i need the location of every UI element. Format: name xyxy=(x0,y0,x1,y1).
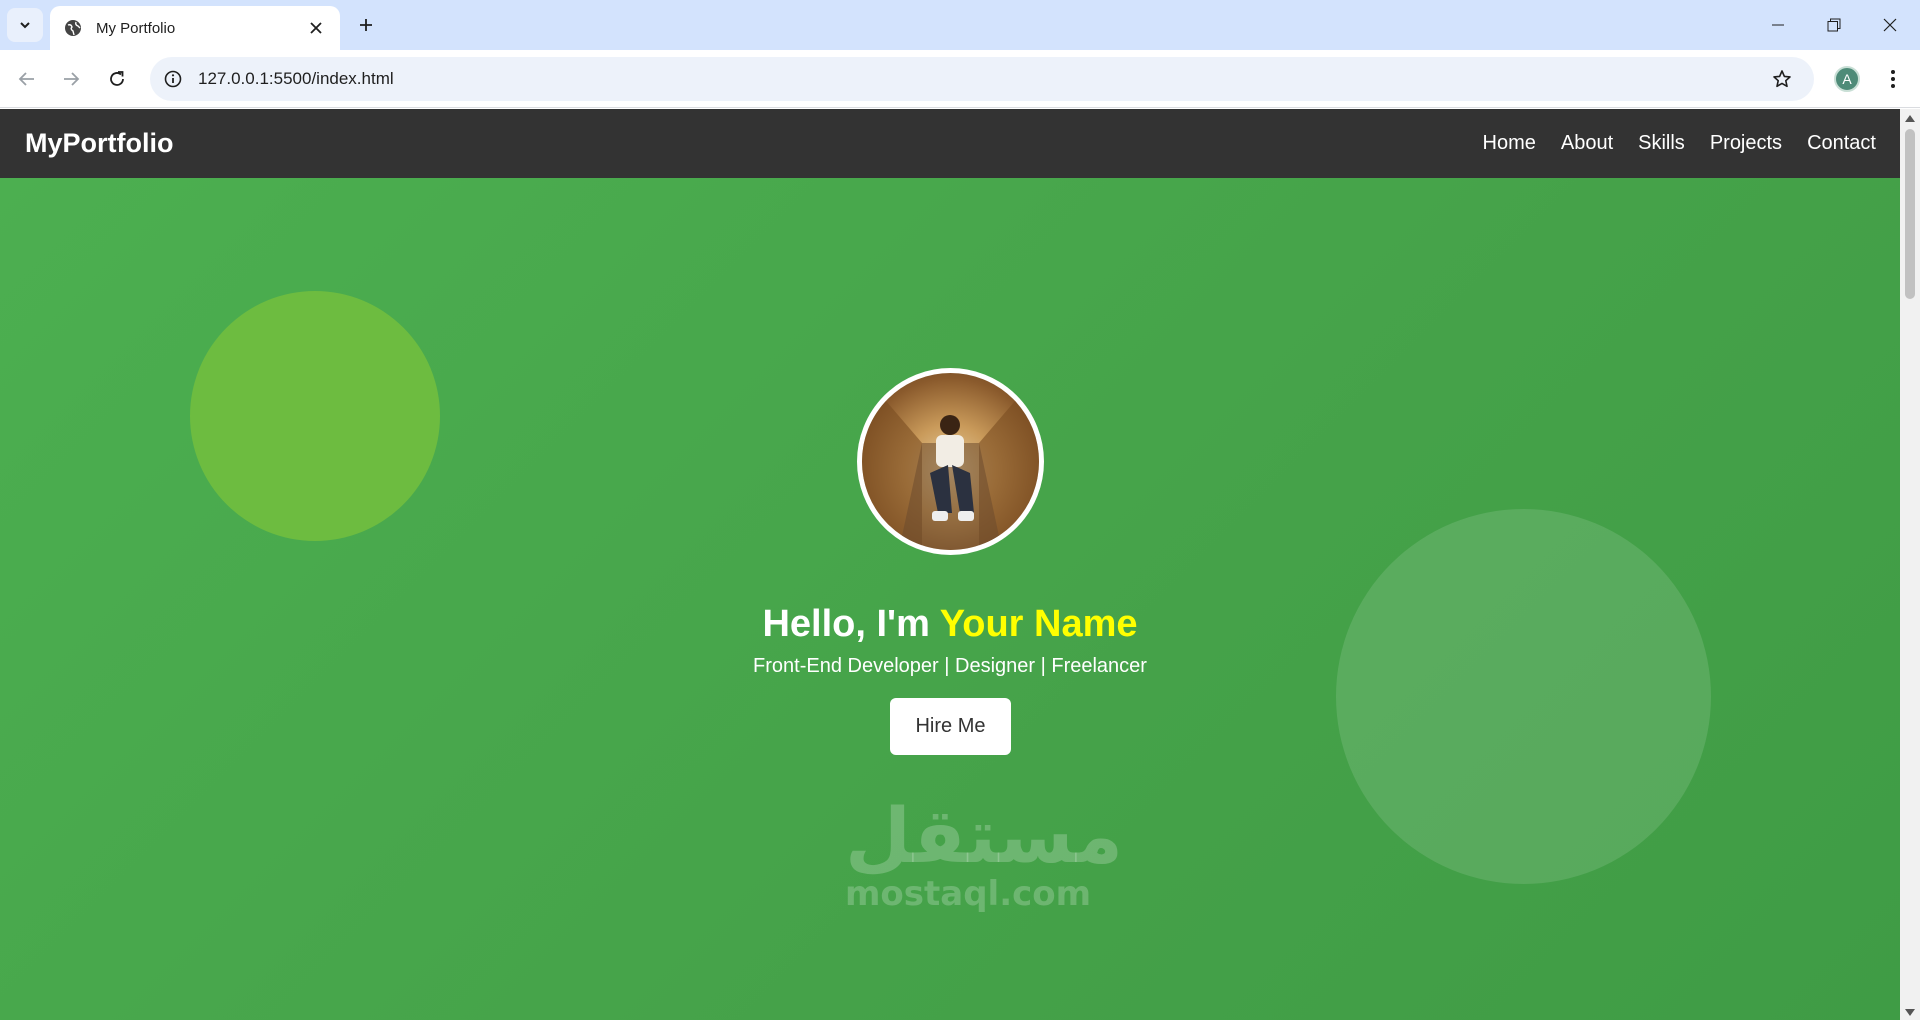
minimize-button[interactable] xyxy=(1750,0,1806,50)
scrollbar-thumb[interactable] xyxy=(1905,129,1915,299)
scroll-up-icon[interactable] xyxy=(1904,113,1916,123)
nav-link-contact[interactable]: Contact xyxy=(1807,132,1876,155)
hero-section: Hello, I'm Your Name Front-End Developer… xyxy=(0,178,1900,1020)
new-tab-button[interactable] xyxy=(353,12,379,38)
decorative-circle-light xyxy=(1336,509,1711,884)
restore-button[interactable] xyxy=(1806,0,1862,50)
info-icon[interactable] xyxy=(162,68,184,90)
decorative-circle-lime xyxy=(190,291,440,541)
page-scrollbar[interactable] xyxy=(1900,109,1920,1020)
watermark-latin: mostaql.com xyxy=(845,874,1092,914)
scroll-down-icon[interactable] xyxy=(1904,1008,1916,1018)
back-button[interactable] xyxy=(9,61,45,97)
watermark-logo: مستقل mostaql.com xyxy=(845,791,1123,914)
arrow-left-icon xyxy=(18,72,34,86)
watermark-arabic: مستقل xyxy=(845,791,1123,880)
browser-menu-button[interactable] xyxy=(1880,64,1906,94)
close-tab-icon[interactable] xyxy=(306,18,326,38)
tab-title: My Portfolio xyxy=(96,19,176,37)
bookmark-star-icon[interactable] xyxy=(1762,59,1802,99)
nav-links: Home About Skills Projects Contact xyxy=(1483,132,1876,155)
hero-headline: Hello, I'm Your Name xyxy=(0,603,1900,646)
reload-button[interactable] xyxy=(99,61,135,97)
forward-button[interactable] xyxy=(53,61,89,97)
page-viewport: MyPortfolio Home About Skills Projects C… xyxy=(0,109,1900,1020)
nav-link-home[interactable]: Home xyxy=(1483,132,1536,155)
more-vertical-icon xyxy=(1891,70,1895,88)
arrow-right-icon xyxy=(64,72,80,86)
url-text[interactable]: 127.0.0.1:5500/index.html xyxy=(198,69,1762,89)
nav-link-about[interactable]: About xyxy=(1561,132,1613,155)
reload-icon xyxy=(110,71,124,86)
minimize-icon xyxy=(1772,24,1784,26)
tab-search-button[interactable] xyxy=(7,8,43,42)
site-navbar: MyPortfolio Home About Skills Projects C… xyxy=(0,109,1900,178)
hire-me-button[interactable]: Hire Me xyxy=(890,698,1011,755)
close-icon xyxy=(1883,18,1897,32)
profile-avatar[interactable]: A xyxy=(1834,66,1860,92)
browser-toolbar: 127.0.0.1:5500/index.html A xyxy=(0,50,1920,108)
name-highlight: Your Name xyxy=(939,603,1138,645)
browser-tab-strip: My Portfolio xyxy=(0,0,1920,50)
greeting-text: Hello, I'm xyxy=(762,603,930,645)
profile-photo xyxy=(857,368,1044,555)
nav-link-skills[interactable]: Skills xyxy=(1638,132,1685,155)
hero-subtitle: Front-End Developer | Designer | Freelan… xyxy=(753,655,1147,677)
address-bar[interactable]: 127.0.0.1:5500/index.html xyxy=(150,57,1814,101)
close-window-button[interactable] xyxy=(1862,0,1918,50)
restore-icon xyxy=(1827,18,1841,32)
chevron-down-icon xyxy=(20,22,30,29)
site-logo[interactable]: MyPortfolio xyxy=(25,128,1483,159)
globe-icon xyxy=(65,20,81,36)
active-tab[interactable]: My Portfolio xyxy=(50,6,340,50)
nav-link-projects[interactable]: Projects xyxy=(1710,132,1782,155)
plus-icon xyxy=(360,19,372,31)
